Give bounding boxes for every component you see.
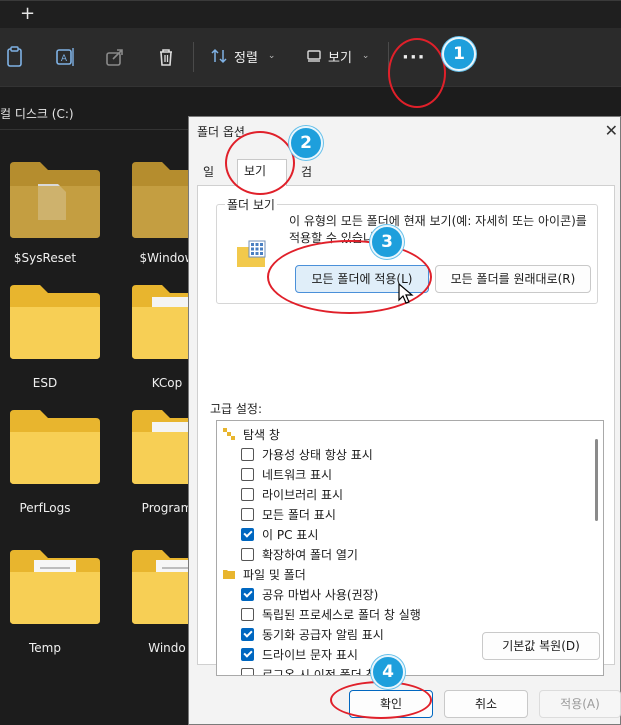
- item-label: 드라이브 문자 표시: [262, 647, 358, 662]
- checkbox[interactable]: [241, 447, 254, 461]
- svg-text:A: A: [61, 54, 68, 64]
- checkbox-checked[interactable]: [241, 527, 254, 541]
- checkbox[interactable]: [241, 607, 254, 621]
- folder-item[interactable]: ESD: [0, 283, 100, 393]
- share-icon[interactable]: [102, 44, 128, 70]
- tab-view[interactable]: 보기: [237, 159, 287, 186]
- checkbox[interactable]: [241, 547, 254, 561]
- item-label: 네트워크 표시: [262, 467, 333, 482]
- sort-label: 정렬: [234, 50, 258, 66]
- more-options-button[interactable]: ···: [402, 47, 426, 68]
- list-group-files-folders: 파일 및 폴더: [223, 564, 306, 584]
- checkbox[interactable]: [241, 507, 254, 521]
- folder-icon: [10, 285, 100, 359]
- checkbox[interactable]: [241, 487, 254, 501]
- folder-item[interactable]: PerfLogs: [0, 408, 100, 518]
- item-label: 확장하여 폴더 열기: [262, 547, 358, 562]
- sort-icon: [211, 48, 227, 64]
- chevron-down-icon: ⌄: [361, 51, 370, 61]
- apply-button[interactable]: 적용(A): [539, 690, 621, 718]
- checkbox-checked[interactable]: [241, 587, 254, 601]
- item-label: 가용성 상태 항상 표시: [262, 447, 373, 462]
- ok-button[interactable]: 확인: [349, 690, 433, 718]
- view-label: 보기: [328, 50, 352, 66]
- list-scrollbar-thumb[interactable]: [595, 439, 598, 521]
- sort-button[interactable]: 정렬 ⌄: [210, 45, 275, 67]
- list-item[interactable]: 확장하여 폴더 열기: [241, 544, 358, 564]
- list-item[interactable]: 동기화 공급자 알림 표시: [241, 624, 384, 644]
- item-label: 이 PC 표시: [262, 527, 319, 542]
- delete-icon[interactable]: [153, 44, 179, 70]
- item-label: 모든 폴더 표시: [262, 507, 336, 522]
- folder-view-description: 이 유형의 모든 폴더에 현재 보기(예: 자세히 또는 아이콘)를 적용할 수…: [289, 214, 587, 245]
- folder-item[interactable]: $SysReset: [0, 158, 100, 268]
- advanced-settings-label: 고급 설정:: [210, 402, 263, 416]
- close-icon[interactable]: ✕: [605, 121, 618, 140]
- reset-all-folders-button[interactable]: 모든 폴더를 원래대로(R): [435, 265, 591, 293]
- view-button[interactable]: 보기 ⌄: [306, 45, 369, 67]
- paste-icon[interactable]: [2, 44, 28, 70]
- step-badge-4: 4: [371, 655, 405, 689]
- folder-view-icon: [237, 240, 266, 267]
- view-icon: [307, 50, 321, 62]
- restore-defaults-button[interactable]: 기본값 복원(D): [482, 632, 600, 660]
- step-badge-2: 2: [289, 126, 323, 160]
- tab-search[interactable]: 검색: [295, 161, 318, 201]
- folder-item[interactable]: Temp: [0, 548, 100, 658]
- group-label: 탐색 창: [243, 427, 280, 442]
- folder-label: Temp: [29, 641, 61, 655]
- list-item[interactable]: 라이브러리 표시: [241, 484, 343, 504]
- step-badge-3: 3: [370, 225, 404, 259]
- list-item[interactable]: 독립된 프로세스로 폴더 창 실행: [241, 604, 421, 624]
- checkbox[interactable]: [241, 467, 254, 481]
- toolbar-divider: [388, 42, 389, 72]
- rename-icon[interactable]: A: [52, 44, 78, 70]
- item-label: 공유 마법사 사용(권장): [262, 587, 379, 602]
- list-item[interactable]: 네트워크 표시: [241, 464, 332, 484]
- item-label: 동기화 공급자 알림 표시: [262, 627, 384, 642]
- group-label: 파일 및 폴더: [243, 567, 306, 582]
- list-item[interactable]: 공유 마법사 사용(권장): [241, 584, 378, 604]
- cancel-button[interactable]: 취소: [444, 690, 528, 718]
- folder-icon: [10, 410, 100, 484]
- folder-icon: [223, 570, 235, 579]
- checkbox[interactable]: [241, 667, 254, 675]
- checkbox-checked[interactable]: [241, 647, 254, 661]
- address-path: 컬 디스크 (C:): [0, 107, 74, 121]
- new-tab-button[interactable]: +: [20, 3, 35, 24]
- tab-general[interactable]: 일반: [197, 161, 220, 201]
- navigation-pane-icon: [223, 428, 235, 440]
- toolbar-divider: [193, 42, 194, 72]
- list-item[interactable]: 드라이브 문자 표시: [241, 644, 358, 664]
- folder-view-legend: 폴더 보기: [225, 196, 277, 213]
- folder-label: $SysReset: [13, 251, 77, 265]
- system-folder-icon: [10, 162, 100, 238]
- folder-label: ESD: [32, 376, 58, 390]
- folder-with-files-icon: [10, 550, 100, 624]
- explorer-tab-bar: +: [0, 0, 621, 28]
- checkbox-checked[interactable]: [241, 627, 254, 641]
- list-item[interactable]: 모든 폴더 표시: [241, 504, 336, 524]
- view-tab-panel: 폴더 보기 이 유형의 모든 폴더에 현재 보기(예: 자세히 또는 아이콘)를…: [197, 185, 615, 676]
- dialog-title: 폴더 옵션: [197, 125, 245, 139]
- mouse-cursor-icon: [398, 283, 414, 304]
- folder-label: PerfLogs: [19, 501, 71, 515]
- explorer-toolbar: A 정렬 ⌄ 보기 ⌄ ···: [0, 28, 621, 86]
- list-item[interactable]: 가용성 상태 항상 표시: [241, 444, 373, 464]
- step-badge-1: 1: [442, 37, 476, 71]
- item-label: 라이브러리 표시: [262, 487, 344, 502]
- folder-options-dialog: 폴더 옵션 ✕ 일반 보기 검색 폴더 보기 이 유형의 모든 폴더에 현재 보…: [188, 116, 621, 725]
- chevron-down-icon: ⌄: [267, 51, 276, 61]
- item-label: 독립된 프로세스로 폴더 창 실행: [262, 607, 421, 622]
- list-group-navigation-pane: 탐색 창: [223, 424, 280, 444]
- list-item[interactable]: 이 PC 표시: [241, 524, 318, 544]
